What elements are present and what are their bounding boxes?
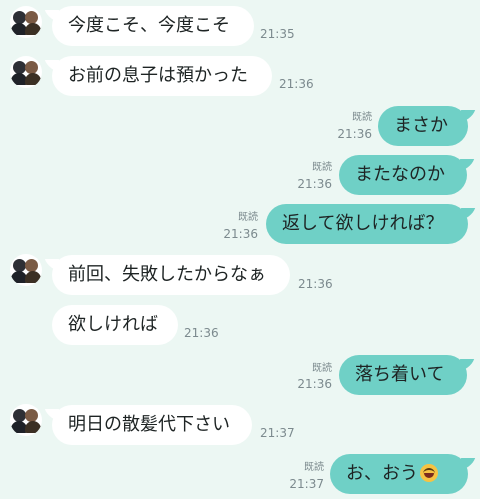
message-bubble-outgoing[interactable]: またなのか	[339, 155, 467, 195]
message-bubble-outgoing[interactable]: まさか	[378, 106, 468, 146]
sender-avatar[interactable]	[10, 404, 42, 436]
message-time: 21:36	[298, 277, 333, 291]
message-bubble-incoming[interactable]: 前回、失敗したからなぁ	[52, 255, 290, 295]
read-receipt: 既読	[312, 363, 332, 374]
message-bubble-outgoing[interactable]: 落ち着いて	[339, 355, 467, 395]
avatar-body-icon	[25, 23, 41, 35]
message-bubble-outgoing[interactable]: お、おう	[330, 454, 468, 494]
avatar-body-icon	[25, 421, 41, 433]
read-receipt: 既読	[312, 162, 332, 173]
message-bubble-incoming[interactable]: 明日の散髪代下さい	[52, 405, 252, 445]
message-time: 21:36	[337, 127, 372, 141]
face-with-tears-of-joy-icon	[420, 464, 438, 482]
sender-avatar[interactable]	[10, 6, 42, 38]
message-time: 21:36	[184, 326, 219, 340]
sender-avatar[interactable]	[10, 56, 42, 88]
message-time: 21:36	[297, 177, 332, 191]
avatar-body-icon	[25, 271, 41, 283]
read-receipt: 既読	[304, 462, 324, 473]
message-time: 21:36	[297, 377, 332, 391]
message-time: 21:37	[289, 477, 324, 491]
message-time: 21:36	[279, 77, 314, 91]
message-bubble-incoming[interactable]: お前の息子は預かった	[52, 56, 272, 96]
message-time: 21:36	[223, 227, 258, 241]
sender-avatar[interactable]	[10, 254, 42, 286]
message-bubble-incoming[interactable]: 今度こそ、今度こそ	[52, 6, 254, 46]
message-bubble-outgoing[interactable]: 返して欲しければ？	[266, 204, 468, 244]
read-receipt: 既読	[352, 112, 372, 123]
avatar-body-icon	[25, 73, 41, 85]
chat-thread[interactable]: 今度こそ、今度こそ 21:35 お前の息子は預かった 21:36 既読 21:3…	[0, 0, 480, 499]
message-time: 21:35	[260, 27, 295, 41]
message-bubble-incoming[interactable]: 欲しければ	[52, 305, 178, 345]
message-time: 21:37	[260, 426, 295, 440]
read-receipt: 既読	[238, 212, 258, 223]
message-text: お、おう	[346, 463, 418, 484]
